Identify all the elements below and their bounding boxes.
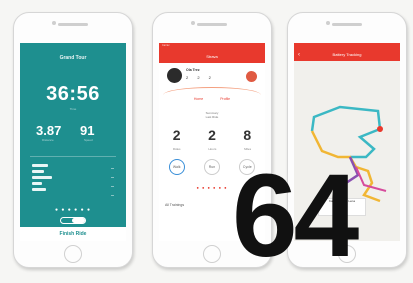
divider	[30, 156, 116, 157]
tab-home[interactable]: Home	[194, 97, 203, 101]
miles-count: 8	[243, 127, 252, 143]
summary-heading: Summary Last Ride	[159, 111, 265, 119]
ride-screen: Grand Tour 36:56 Time 3.87 91 Distance S…	[20, 43, 126, 241]
speaker-slot	[197, 23, 227, 26]
stat-bar	[32, 188, 46, 191]
camera-dot	[191, 21, 195, 25]
ride-speed: 91	[80, 123, 95, 138]
secondary-avatar[interactable]	[246, 71, 257, 82]
stat-bar	[32, 176, 52, 179]
speaker-slot	[58, 23, 88, 26]
ride-title: Grand Tour	[59, 55, 87, 61]
summary-numbers: 2 2 8	[159, 127, 265, 143]
distance-label: Distance	[42, 138, 54, 142]
stat-bar	[32, 182, 42, 185]
tab-profile[interactable]: Profile	[220, 97, 230, 101]
app-header: ‹ Battery Tracking	[294, 43, 400, 61]
home-button[interactable]	[203, 245, 221, 263]
avatar[interactable]	[167, 68, 182, 83]
page-number: 64	[232, 150, 359, 282]
phone-teal-ride-screen: Grand Tour 36:56 Time 3.87 91 Distance S…	[13, 12, 133, 268]
camera-dot	[326, 21, 330, 25]
hours-count: 2	[208, 127, 216, 143]
stats-bars	[32, 164, 52, 194]
rides-count: 2	[172, 127, 181, 143]
stats-values: ▬ ▬ ▬ ▬	[111, 166, 114, 197]
app-header: Carrier Strava	[159, 43, 265, 63]
profile-name: Ola Trez	[186, 68, 200, 72]
header-title: Strava	[206, 54, 218, 59]
status-bar: Carrier	[162, 44, 170, 47]
page-dots: ● ● ● ● ● ●	[54, 207, 92, 213]
ride-time-label: Time	[69, 107, 77, 111]
finish-ride-button[interactable]: Finish Ride	[20, 227, 126, 241]
route-marker	[377, 126, 383, 132]
home-button[interactable]	[64, 245, 82, 263]
stat-bar	[32, 164, 48, 167]
all-trainings-link[interactable]: All Trainings	[165, 203, 184, 207]
rides-label: Rides	[172, 147, 181, 151]
hours-label: Hours	[208, 147, 217, 151]
profile-stats: 2 2 2	[186, 75, 215, 80]
stat-bar	[32, 170, 44, 173]
toggle-knob	[72, 218, 85, 223]
speed-label: Speed	[84, 138, 93, 142]
header-title: Battery Tracking	[332, 52, 362, 57]
ride-distance: 3.87	[36, 123, 62, 138]
camera-dot	[52, 21, 56, 25]
speaker-slot	[332, 23, 362, 26]
summary-subtitle: Last Ride	[205, 115, 219, 119]
ride-time: 36:56	[46, 83, 100, 105]
walk-button[interactable]: Walk	[168, 159, 185, 175]
run-button[interactable]: Run	[203, 159, 220, 175]
mode-toggle[interactable]	[60, 217, 86, 224]
profile-tabs: Home Profile	[159, 97, 265, 101]
